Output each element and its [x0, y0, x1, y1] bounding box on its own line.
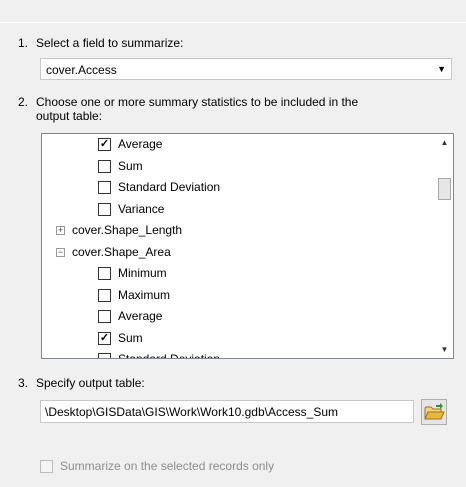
statistic-label: Minimum: [118, 266, 167, 280]
step3-number: 3.: [18, 376, 29, 390]
step2-number: 2.: [18, 95, 29, 109]
browse-output-button[interactable]: [421, 399, 447, 425]
step2-heading: 2. Choose one or more summary statistics …: [18, 95, 358, 109]
step3-heading: 3. Specify output table:: [18, 376, 145, 390]
collapse-icon[interactable]: −: [56, 247, 65, 257]
statistic-checkbox[interactable]: [98, 310, 111, 323]
statistic-label: Average: [118, 309, 163, 323]
statistic-checkbox[interactable]: ✓: [98, 331, 111, 345]
top-separator: [0, 22, 466, 23]
field-group-label: cover.Shape_Length: [72, 223, 183, 237]
chevron-down-icon[interactable]: ▼: [437, 64, 446, 74]
output-table-path: \Desktop\GISData\GIS\Work\Work10.gdb\Acc…: [45, 405, 339, 419]
expand-icon[interactable]: +: [56, 226, 65, 235]
step1-heading: 1. Select a field to summarize:: [18, 36, 183, 50]
output-table-input[interactable]: \Desktop\GISData\GIS\Work\Work10.gdb\Acc…: [40, 400, 414, 423]
open-folder-icon: [424, 403, 445, 420]
statistic-checkbox[interactable]: [98, 288, 111, 302]
step1-label: Select a field to summarize:: [36, 36, 184, 50]
statistic-checkbox[interactable]: [98, 159, 111, 173]
selected-records-label: Summarize on the selected records only: [60, 459, 275, 473]
scroll-down-arrow-icon[interactable]: ▼: [436, 341, 453, 358]
step2-label-line1: Choose one or more summary statistics to…: [36, 95, 359, 109]
step3-label: Specify output table:: [36, 376, 145, 390]
statistic-checkbox[interactable]: ✓: [98, 138, 111, 151]
statistic-checkbox[interactable]: [98, 181, 111, 194]
step1-number: 1.: [18, 36, 29, 50]
selected-records-checkbox: [40, 460, 53, 473]
statistic-label: Standard Deviation: [118, 352, 221, 359]
statistics-tree-list[interactable]: ✓ Average Sum Standard Deviation Variance + co…: [41, 133, 454, 359]
statistic-label: Standard Deviation: [118, 180, 221, 194]
statistic-label: Sum: [118, 158, 143, 173]
statistic-checkbox[interactable]: [98, 202, 111, 216]
statistic-checkbox[interactable]: [98, 353, 111, 358]
step2-label-line2: output table:: [36, 109, 103, 123]
statistic-label: Variance: [118, 201, 165, 216]
statistic-label: Average: [118, 137, 163, 151]
field-group-label: cover.Shape_Area: [72, 244, 171, 259]
scroll-thumb[interactable]: [438, 178, 451, 200]
statistic-label: Sum: [118, 330, 143, 345]
summarize-field-dropdown[interactable]: cover.Access ▼: [40, 58, 452, 80]
statistic-label: Maximum: [118, 287, 171, 302]
summarize-field-value: cover.Access: [46, 63, 117, 77]
statistic-checkbox[interactable]: [98, 267, 111, 280]
vertical-scrollbar[interactable]: ▲ ▼: [436, 134, 453, 358]
scroll-up-arrow-icon[interactable]: ▲: [436, 134, 453, 151]
